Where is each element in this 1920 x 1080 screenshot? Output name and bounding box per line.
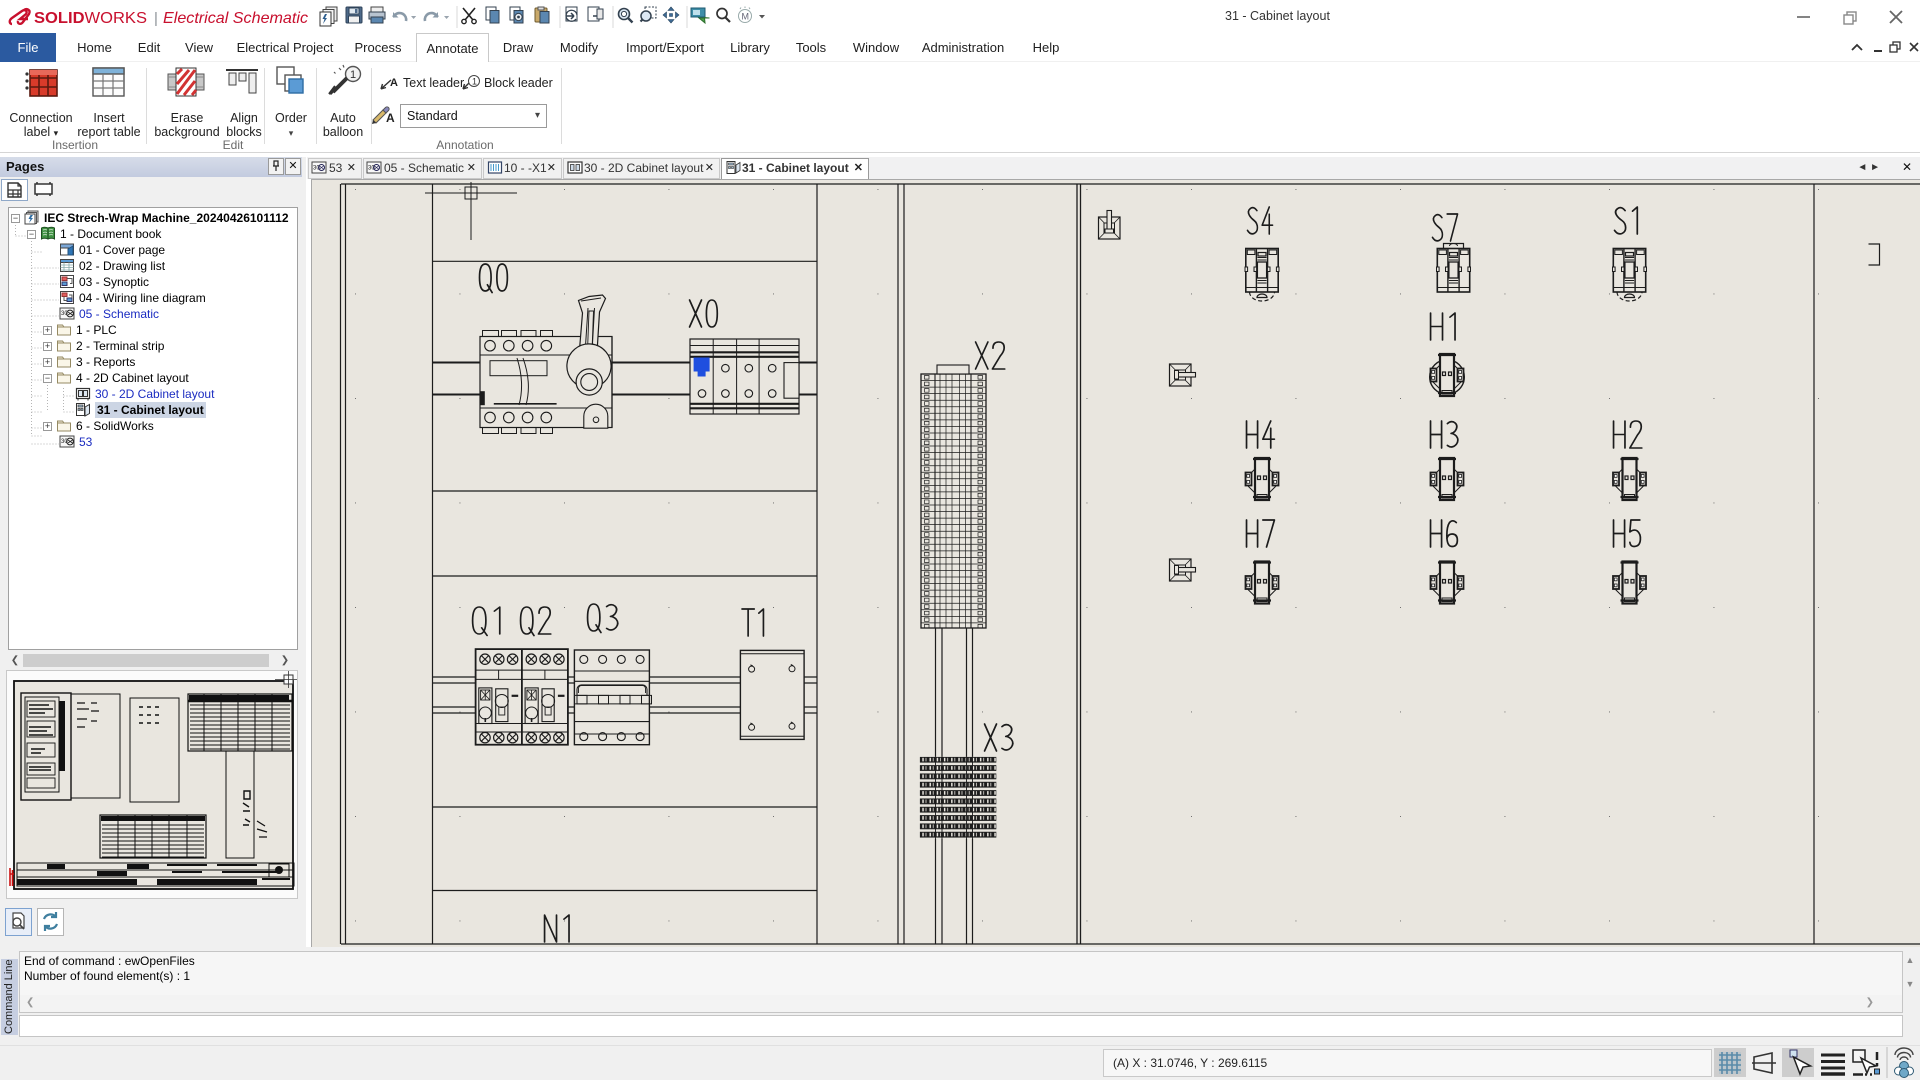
svg-text:Electrical Schematic: Electrical Schematic (163, 10, 308, 27)
svg-text:A: A (386, 111, 395, 125)
svg-text:1: 1 (350, 69, 356, 81)
svg-text:A: A (390, 77, 398, 89)
svg-text:|: | (154, 10, 158, 27)
svg-text:SOLIDWORKS: SOLID WORKS (34, 10, 147, 27)
svg-text:M: M (742, 12, 750, 22)
